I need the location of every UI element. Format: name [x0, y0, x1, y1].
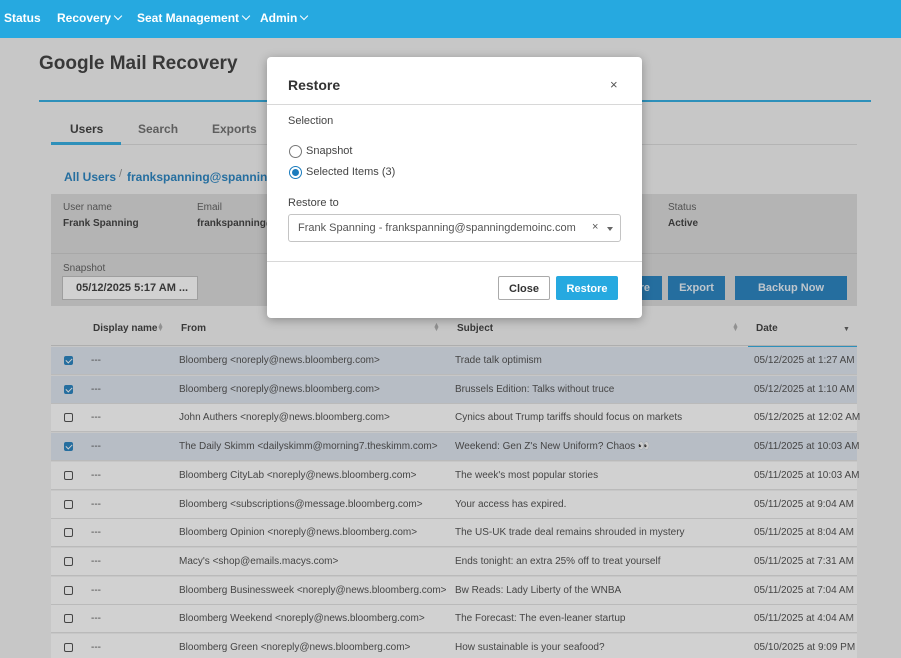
nav-status-label: Status — [4, 11, 41, 25]
restore-dialog: Restore × Selection Snapshot Selected It… — [267, 57, 642, 318]
dropdown-arrow-icon[interactable] — [607, 227, 613, 231]
clear-icon[interactable]: × — [592, 221, 598, 233]
radio-selected-items-label[interactable]: Selected Items (3) — [306, 166, 395, 178]
radio-snapshot[interactable] — [289, 145, 302, 158]
nav-status[interactable]: Status — [4, 11, 41, 25]
dialog-header-divider — [267, 104, 642, 105]
restore-button[interactable]: Restore — [556, 276, 618, 300]
close-button[interactable]: Close — [498, 276, 550, 300]
radio-snapshot-label[interactable]: Snapshot — [306, 145, 352, 157]
chevron-down-icon — [113, 11, 123, 21]
selection-label: Selection — [288, 115, 334, 127]
chevron-down-icon — [300, 11, 309, 21]
dialog-footer-divider — [267, 261, 642, 262]
nav-seat-management-label: Seat Management — [137, 11, 240, 25]
nav-admin-label: Admin — [260, 11, 298, 25]
nav-recovery[interactable]: Recovery — [57, 11, 123, 25]
restore-to-select[interactable]: Frank Spanning - frankspanning@spanningd… — [288, 214, 621, 242]
close-icon[interactable]: × — [610, 77, 618, 92]
radio-selected-items[interactable] — [289, 166, 302, 179]
nav-seat-management[interactable]: Seat Management — [137, 11, 251, 25]
restore-to-value: Frank Spanning - frankspanning@spanningd… — [298, 222, 576, 234]
top-nav: Status Recovery Seat Management Admin — [0, 0, 901, 38]
dialog-title: Restore — [288, 77, 341, 93]
chevron-down-icon — [241, 11, 251, 21]
nav-admin[interactable]: Admin — [260, 11, 309, 25]
restore-to-label: Restore to — [288, 197, 339, 209]
nav-recovery-label: Recovery — [57, 11, 112, 25]
